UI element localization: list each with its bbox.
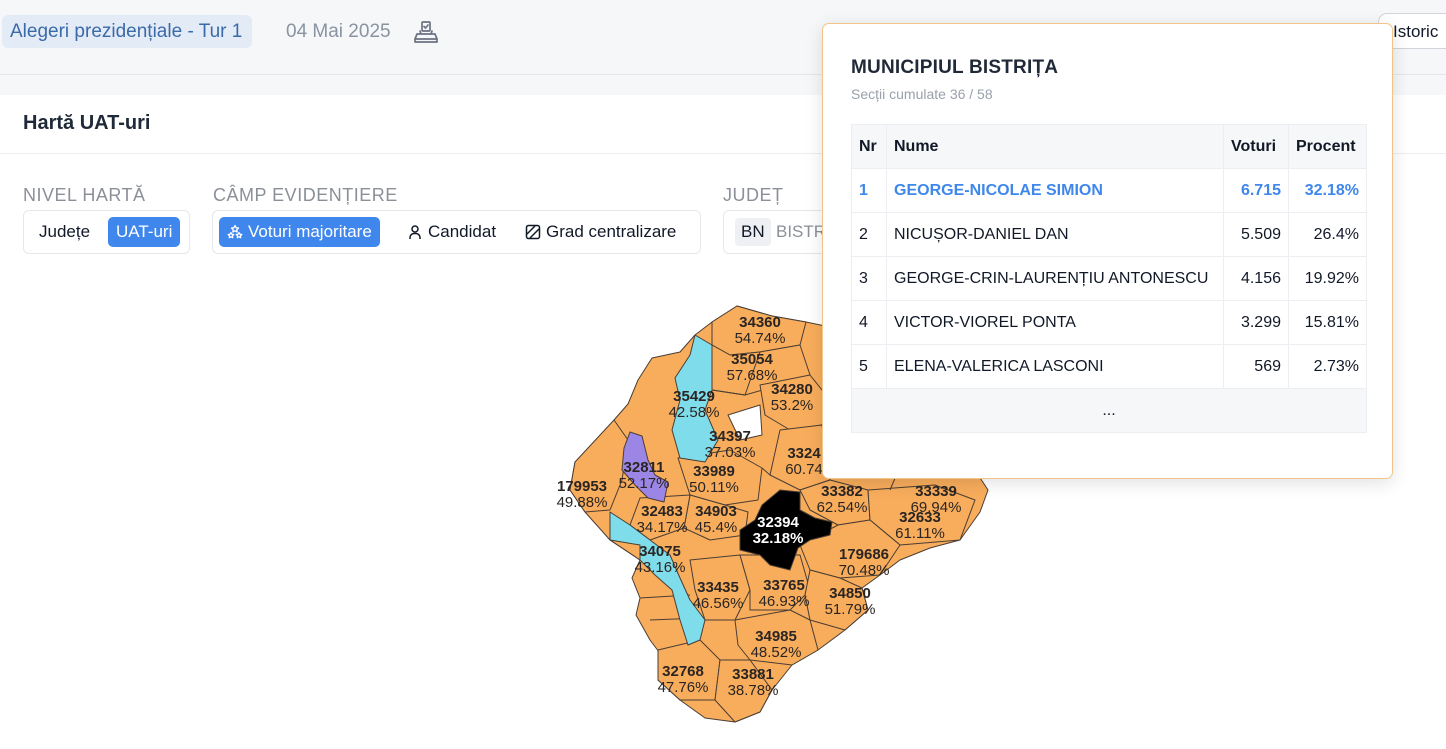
row-name: ELENA-VALERICA LASCONI [886, 344, 1224, 389]
map-label-code: 32483 [641, 503, 683, 520]
row-votes: 569 [1223, 344, 1289, 389]
map-label-percent: 51.79% [825, 601, 876, 618]
map-label-code: 32633 [899, 509, 941, 526]
map-label-percent: 43.16% [635, 559, 686, 576]
row-percent: 26.4% [1288, 212, 1367, 257]
map-label-percent: 42.58% [669, 404, 720, 421]
row-name: GEORGE-CRIN-LAURENȚIU ANTONESCU [886, 256, 1224, 301]
row-votes: 5.509 [1223, 212, 1289, 257]
map-label-percent: 46.56% [693, 595, 744, 612]
map-label-code: 179686 [839, 546, 889, 563]
map-label-code: 33881 [732, 666, 774, 683]
map-label-percent: 62.54% [817, 499, 868, 516]
table-row: 4 VICTOR-VIOREL PONTA 3.299 15.81% [851, 300, 1367, 345]
more-indicator: ... [851, 388, 1367, 433]
col-name-header: Nume [886, 124, 1224, 169]
map-label-percent: 50.11% [689, 479, 739, 496]
map-label-code: 3324 [787, 445, 821, 462]
map-label-code: 35429 [673, 388, 715, 405]
map-label-percent: 54.74% [735, 330, 786, 347]
map-label-code: 35054 [731, 351, 773, 368]
map-label-percent: 45.4% [695, 519, 738, 536]
row-name: VICTOR-VIOREL PONTA [886, 300, 1224, 345]
map-label-percent: 37.03% [705, 444, 756, 461]
map-label-percent: 49.88% [557, 494, 608, 511]
table-more-row: ... [851, 388, 1367, 433]
map-label-percent: 57.68% [727, 367, 778, 384]
row-percent: 32.18% [1288, 168, 1367, 213]
table-row: 3 GEORGE-CRIN-LAURENȚIU ANTONESCU 4.156 … [851, 256, 1367, 301]
map-label-percent: 38.78% [728, 682, 779, 699]
map-label-percent: 61.11% [895, 525, 945, 542]
map-label-code: 34075 [639, 543, 681, 560]
row-nr: 3 [851, 256, 887, 301]
map-label-code: 34397 [709, 428, 751, 445]
map-label-code: 33765 [763, 577, 805, 594]
map-label-code: 34903 [695, 503, 737, 520]
row-votes: 3.299 [1223, 300, 1289, 345]
map-label-code: 34280 [771, 381, 813, 398]
map-label-code: 32394 [757, 514, 799, 531]
map-label-code: 33989 [693, 463, 735, 480]
table-row: 2 NICUȘOR-DANIEL DAN 5.509 26.4% [851, 212, 1367, 257]
row-votes: 6.715 [1223, 168, 1289, 213]
col-votes-header: Voturi [1223, 124, 1289, 169]
map-label-percent: 53.2% [771, 397, 814, 414]
row-votes: 4.156 [1223, 256, 1289, 301]
map-label-code: 32768 [662, 663, 704, 680]
map-label-percent: 46.93% [759, 593, 810, 610]
row-nr: 2 [851, 212, 887, 257]
map-label-code: 33435 [697, 579, 739, 596]
map-label-percent: 32.18% [753, 530, 804, 547]
map-label-code: 32811 [624, 459, 665, 476]
row-nr: 5 [851, 344, 887, 389]
map-label-percent: 52.17% [619, 475, 670, 492]
row-name: GEORGE-NICOLAE SIMION [886, 168, 1224, 213]
uat-tooltip: MUNICIPIUL BISTRIȚA Secții cumulate 36 /… [822, 23, 1393, 479]
map-label-percent: 34.17% [637, 519, 688, 536]
col-nr-header: Nr [851, 124, 887, 169]
tooltip-title: MUNICIPIUL BISTRIȚA [851, 57, 1059, 78]
col-percent-header: Procent [1288, 124, 1367, 169]
map-label-percent: 60.74 [785, 461, 823, 478]
row-nr: 4 [851, 300, 887, 345]
table-row: 5 ELENA-VALERICA LASCONI 569 2.73% [851, 344, 1367, 389]
results-table: Nr Nume Voturi Procent 1 GEORGE-NICOLAE … [851, 124, 1367, 433]
tooltip-subtitle: Secții cumulate 36 / 58 [851, 86, 993, 102]
row-percent: 15.81% [1288, 300, 1367, 345]
map-label-code: 33382 [821, 483, 863, 500]
table-row: 1 GEORGE-NICOLAE SIMION 6.715 32.18% [851, 168, 1367, 213]
row-percent: 2.73% [1288, 344, 1367, 389]
map-label-code: 34985 [755, 628, 797, 645]
row-name: NICUȘOR-DANIEL DAN [886, 212, 1224, 257]
map-label-code: 34850 [829, 585, 871, 602]
map-label-percent: 70.48% [839, 562, 890, 579]
map-label-code: 34360 [739, 314, 781, 331]
map-label-percent: 47.76% [658, 679, 709, 696]
table-header-row: Nr Nume Voturi Procent [851, 124, 1367, 169]
row-percent: 19.92% [1288, 256, 1367, 301]
map-label-code: 33339 [915, 483, 957, 500]
map-label-percent: 48.52% [751, 644, 802, 661]
map-label-code: 179953 [557, 478, 607, 495]
row-nr: 1 [851, 168, 887, 213]
